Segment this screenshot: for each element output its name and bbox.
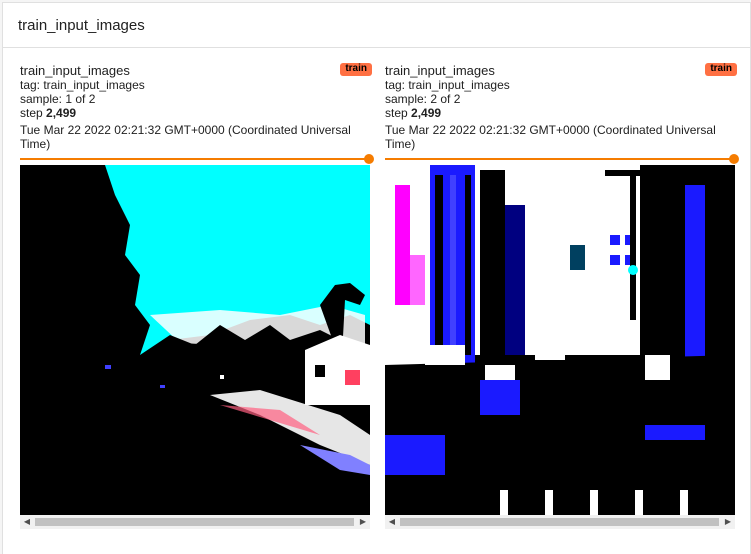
scroll-left-arrow-icon[interactable]: ◀ — [385, 515, 399, 529]
step-value: 2,499 — [46, 106, 77, 120]
image-card-1: train_input_images train tag: train_inpu… — [20, 63, 374, 529]
panel-header[interactable]: train_input_images — [3, 3, 750, 48]
sample-image-1 — [20, 165, 370, 515]
card-title: train_input_images — [20, 63, 130, 78]
step-slider[interactable] — [385, 153, 739, 165]
image-street-trees — [20, 165, 370, 515]
slider-thumb[interactable] — [364, 154, 374, 164]
sample-label: sample: 2 of 2 — [385, 92, 461, 106]
scrollbar-thumb[interactable] — [400, 518, 719, 526]
card-title: train_input_images — [385, 63, 495, 78]
horizontal-scrollbar[interactable]: ◀ ▶ — [385, 515, 735, 529]
slider-track[interactable] — [20, 158, 368, 160]
step-label: step 2,499 — [385, 106, 737, 120]
scroll-right-arrow-icon[interactable]: ▶ — [721, 515, 735, 529]
timestamp: Tue Mar 22 2022 02:21:32 GMT+0000 (Coord… — [385, 123, 716, 151]
timestamp: Tue Mar 22 2022 02:21:32 GMT+0000 (Coord… — [20, 123, 351, 151]
horizontal-scrollbar[interactable]: ◀ ▶ — [20, 515, 370, 529]
step-text: step — [385, 106, 412, 120]
step-value: 2,499 — [411, 106, 442, 120]
slider-thumb[interactable] — [729, 154, 739, 164]
step-text: step — [20, 106, 47, 120]
sample-image-2 — [385, 165, 735, 515]
panel-title: train_input_images — [18, 16, 145, 34]
image-panel: train_input_images train_input_images tr… — [2, 2, 751, 554]
scroll-right-arrow-icon[interactable]: ▶ — [356, 515, 370, 529]
run-badge: train — [340, 63, 372, 76]
slider-track[interactable] — [385, 158, 733, 160]
step-label: step 2,499 — [20, 106, 372, 120]
image-city-street — [385, 165, 735, 515]
image-card-2: train_input_images train tag: train_inpu… — [385, 63, 739, 529]
run-badge: train — [705, 63, 737, 76]
scroll-left-arrow-icon[interactable]: ◀ — [20, 515, 34, 529]
tag-label: tag: train_input_images — [385, 78, 510, 92]
sample-label: sample: 1 of 2 — [20, 92, 96, 106]
tag-label: tag: train_input_images — [20, 78, 145, 92]
scrollbar-thumb[interactable] — [35, 518, 354, 526]
step-slider[interactable] — [20, 153, 374, 165]
